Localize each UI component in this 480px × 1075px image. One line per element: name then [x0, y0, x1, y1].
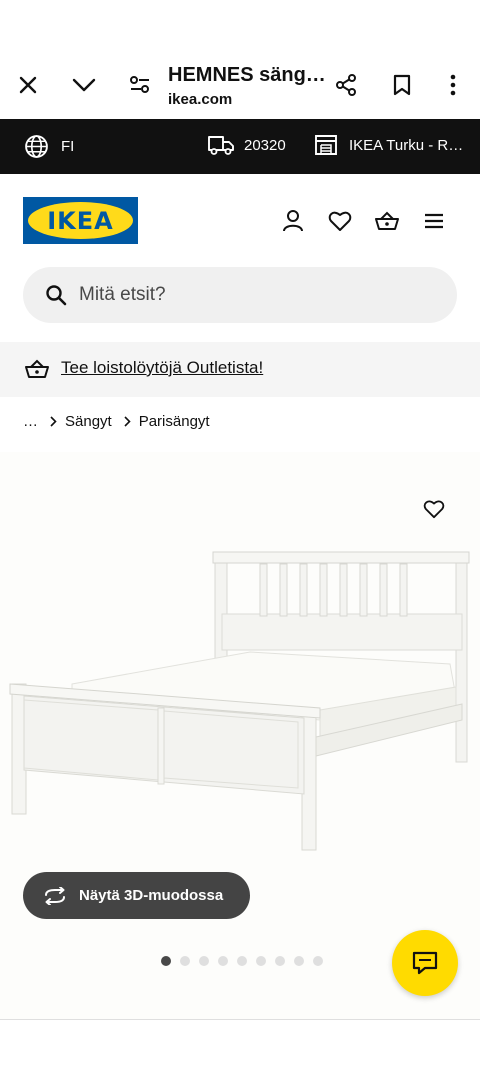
browser-toolbar: HEMNES säng… ikea.com [0, 0, 480, 119]
account-icon[interactable] [276, 204, 310, 238]
favourites-icon[interactable] [323, 204, 357, 238]
carousel-dot[interactable] [218, 956, 228, 966]
delivery-postal-code[interactable]: 20320 [207, 134, 286, 156]
site-settings-icon[interactable] [120, 65, 160, 105]
breadcrumb: … Sängyt Parisängyt [23, 413, 210, 430]
store-label: IKEA Turku - R… [349, 136, 464, 154]
breadcrumb-ellipsis[interactable]: … [23, 413, 38, 430]
breadcrumb-item[interactable]: Parisängyt [139, 413, 210, 430]
search-input[interactable]: Mitä etsit? [23, 267, 457, 323]
section-divider [0, 1019, 480, 1020]
add-to-favourites-icon[interactable] [420, 496, 448, 522]
store-icon [315, 135, 337, 155]
view-in-3d-button[interactable]: Näytä 3D-muodossa [23, 872, 250, 919]
page-url: ikea.com [168, 91, 233, 108]
chevron-down-icon[interactable] [64, 65, 104, 105]
search-icon [46, 285, 67, 306]
shopping-bag-icon [25, 359, 49, 378]
language-selector[interactable]: FI [24, 134, 74, 159]
rotate-3d-icon [45, 886, 65, 905]
menu-icon[interactable] [417, 204, 451, 238]
chevron-right-icon [124, 416, 131, 427]
language-label: FI [61, 138, 75, 155]
truck-icon [208, 136, 234, 155]
chat-icon [412, 951, 438, 975]
ikea-logo[interactable]: IKEA [23, 197, 138, 244]
view-in-3d-label: Näytä 3D-muodossa [79, 887, 224, 904]
postal-code-label: 20320 [244, 136, 286, 154]
chevron-right-icon [50, 416, 57, 427]
logo-text: IKEA [47, 206, 114, 235]
carousel-dot[interactable] [313, 956, 323, 966]
carousel-dot[interactable] [275, 956, 285, 966]
shopping-bag-icon[interactable] [370, 204, 404, 238]
carousel-indicator [161, 956, 323, 966]
carousel-dot[interactable] [161, 956, 171, 966]
page-title: HEMNES säng… [168, 64, 326, 86]
top-info-strip: FI 20320 IKEA Turku - R… [0, 119, 480, 174]
carousel-dot[interactable] [237, 956, 247, 966]
close-icon[interactable] [8, 65, 48, 105]
carousel-dot[interactable] [180, 956, 190, 966]
carousel-dot[interactable] [294, 956, 304, 966]
carousel-dot[interactable] [256, 956, 266, 966]
share-icon[interactable] [326, 65, 366, 105]
bookmark-icon[interactable] [382, 65, 422, 105]
store-selector[interactable]: IKEA Turku - R… [314, 134, 463, 156]
search-placeholder: Mitä etsit? [79, 284, 166, 305]
more-options-icon[interactable] [433, 65, 473, 105]
breadcrumb-item[interactable]: Sängyt [65, 413, 112, 430]
chat-button[interactable] [392, 930, 458, 996]
outlet-link[interactable]: Tee loistolöytöjä Outletista! [61, 358, 263, 378]
outlet-banner: Tee loistolöytöjä Outletista! [0, 342, 480, 397]
carousel-dot[interactable] [199, 956, 209, 966]
globe-icon [25, 135, 48, 158]
